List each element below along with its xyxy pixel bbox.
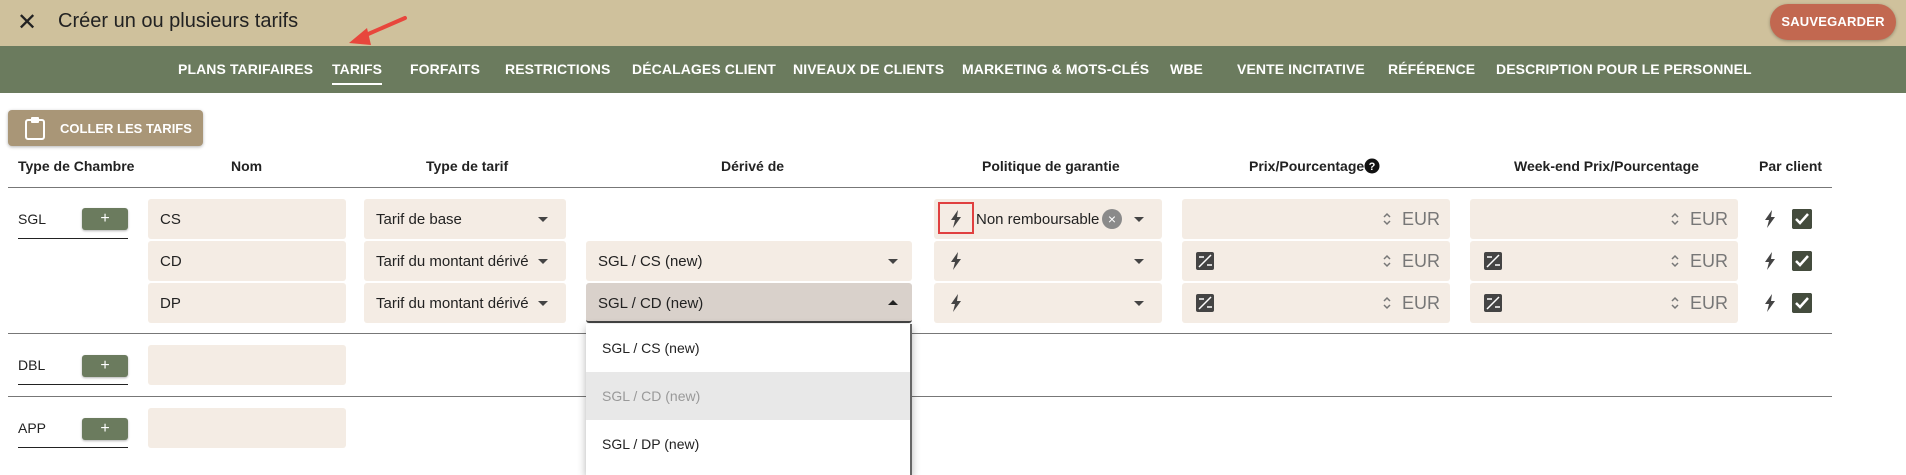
nav-bar: PLANS TARIFAIRES TARIFS FORFAITS RESTRIC… <box>0 46 1906 93</box>
svg-text:?: ? <box>1369 161 1376 173</box>
per-guest-checkbox[interactable] <box>1792 209 1812 229</box>
chevron-down-icon <box>538 259 548 264</box>
chevron-down-icon <box>1134 217 1144 222</box>
annotation-arrow-icon <box>349 16 407 45</box>
calculator-icon[interactable] <box>1196 252 1214 270</box>
room-underline <box>18 384 128 385</box>
clear-icon[interactable]: × <box>1102 209 1122 229</box>
name-input[interactable]: CD <box>148 241 346 281</box>
group-divider <box>8 333 1832 334</box>
dropdown-option[interactable]: SGL / DP (new) <box>586 420 910 468</box>
guarantee-policy-select[interactable] <box>934 241 1162 281</box>
name-input[interactable] <box>148 345 346 385</box>
header-derived-from: Dérivé de <box>721 158 785 174</box>
chevron-down-icon <box>538 217 548 222</box>
room-label-app: APP <box>18 420 47 436</box>
save-button[interactable]: SAUVEGARDER <box>1770 4 1896 40</box>
chevron-down-icon <box>538 301 548 306</box>
room-label-dbl: DBL <box>18 357 46 373</box>
room-underline <box>18 447 128 448</box>
add-rate-app-button[interactable]: + <box>82 418 128 440</box>
header-name: Nom <box>231 158 263 174</box>
bolt-icon[interactable] <box>1763 252 1777 270</box>
paste-rates-button[interactable]: COLLER LES TARIFS <box>8 110 203 146</box>
close-icon[interactable]: ✕ <box>12 8 42 38</box>
rate-type-select[interactable]: Tarif du montant dérivé <box>364 283 566 323</box>
room-label-sgl: SGL <box>18 211 47 227</box>
chevron-down-icon <box>1134 259 1144 264</box>
header-weekend-price: Week-end Prix/Pourcentage <box>1514 158 1699 174</box>
chevron-down-icon <box>1134 301 1144 306</box>
header-rate-type: Type de tarif <box>426 158 509 174</box>
spinner-icon[interactable] <box>1670 211 1680 227</box>
rate-type-select[interactable]: Tarif du montant dérivé <box>364 241 566 281</box>
derived-from-dropdown: SGL / CS (new) SGL / CD (new) SGL / DP (… <box>586 324 912 475</box>
clipboard-icon <box>25 117 45 140</box>
bolt-icon[interactable] <box>1763 210 1777 228</box>
highlight-box <box>938 202 974 234</box>
dropdown-option[interactable]: SGL / CS (new) <box>586 324 910 372</box>
bolt-icon <box>951 294 961 312</box>
chevron-up-icon <box>888 300 898 305</box>
spinner-icon[interactable] <box>1670 253 1680 269</box>
spinner-icon[interactable] <box>1382 211 1392 227</box>
price-input[interactable]: EUR <box>1182 283 1450 323</box>
header-divider <box>8 187 1832 188</box>
tab-vente-incitative[interactable]: VENTE INCITATIVE <box>1237 46 1365 93</box>
header-guarantee-policy: Politique de garantie <box>982 158 1120 174</box>
header-per-guest: Par client <box>1759 158 1823 174</box>
help-icon[interactable]: ? <box>1364 158 1380 174</box>
dropdown-option-selected[interactable]: SGL / CD (new) <box>586 372 910 420</box>
header-price: Prix/Pourcentage <box>1249 158 1365 174</box>
tab-restrictions[interactable]: RESTRICTIONS <box>505 46 610 93</box>
room-underline <box>18 238 128 239</box>
calculator-icon[interactable] <box>1484 252 1502 270</box>
spinner-icon[interactable] <box>1670 295 1680 311</box>
per-guest-checkbox[interactable] <box>1792 293 1812 313</box>
guarantee-policy-select[interactable] <box>934 283 1162 323</box>
tab-niveaux-clients[interactable]: NIVEAUX DE CLIENTS <box>793 46 944 93</box>
weekend-price-input[interactable]: EUR <box>1470 283 1738 323</box>
tab-wbe[interactable]: WBE <box>1170 46 1203 93</box>
tab-tarifs[interactable]: TARIFS <box>332 46 383 93</box>
price-input[interactable]: EUR <box>1182 199 1450 239</box>
bolt-icon <box>951 252 961 270</box>
tab-plans-tarifaires[interactable]: PLANS TARIFAIRES <box>178 46 313 93</box>
spinner-icon[interactable] <box>1382 295 1392 311</box>
price-input[interactable]: EUR <box>1182 241 1450 281</box>
paste-rates-label: COLLER LES TARIFS <box>60 121 192 136</box>
header-room-type: Type de Chambre <box>18 158 135 174</box>
calculator-icon[interactable] <box>1484 294 1502 312</box>
derived-from-select[interactable]: SGL / CS (new) <box>586 241 912 281</box>
name-input[interactable]: CS <box>148 199 346 239</box>
per-guest-checkbox[interactable] <box>1792 251 1812 271</box>
derived-from-select[interactable]: SGL / CD (new) <box>586 283 912 323</box>
tab-forfaits[interactable]: FORFAITS <box>410 46 480 93</box>
name-input[interactable]: DP <box>148 283 346 323</box>
tab-marketing[interactable]: MARKETING & MOTS-CLÉS <box>962 46 1149 93</box>
add-rate-dbl-button[interactable]: + <box>82 355 128 377</box>
tab-decalages-client[interactable]: DÉCALAGES CLIENT <box>632 46 776 93</box>
name-input[interactable] <box>148 408 346 448</box>
spinner-icon[interactable] <box>1382 253 1392 269</box>
tab-description-personnel[interactable]: DESCRIPTION POUR LE PERSONNEL <box>1496 46 1752 93</box>
top-bar: ✕ Créer un ou plusieurs tarifs SAUVEGARD… <box>0 0 1906 46</box>
chevron-down-icon <box>888 259 898 264</box>
group-divider <box>8 396 1832 397</box>
weekend-price-input[interactable]: EUR <box>1470 241 1738 281</box>
weekend-price-input[interactable]: EUR <box>1470 199 1738 239</box>
tab-reference[interactable]: RÉFÉRENCE <box>1388 46 1475 93</box>
calculator-icon[interactable] <box>1196 294 1214 312</box>
add-rate-sgl-button[interactable]: + <box>82 208 128 230</box>
page-title: Créer un ou plusieurs tarifs <box>58 10 299 32</box>
rate-type-select[interactable]: Tarif de base <box>364 199 566 239</box>
bolt-icon[interactable] <box>1763 294 1777 312</box>
